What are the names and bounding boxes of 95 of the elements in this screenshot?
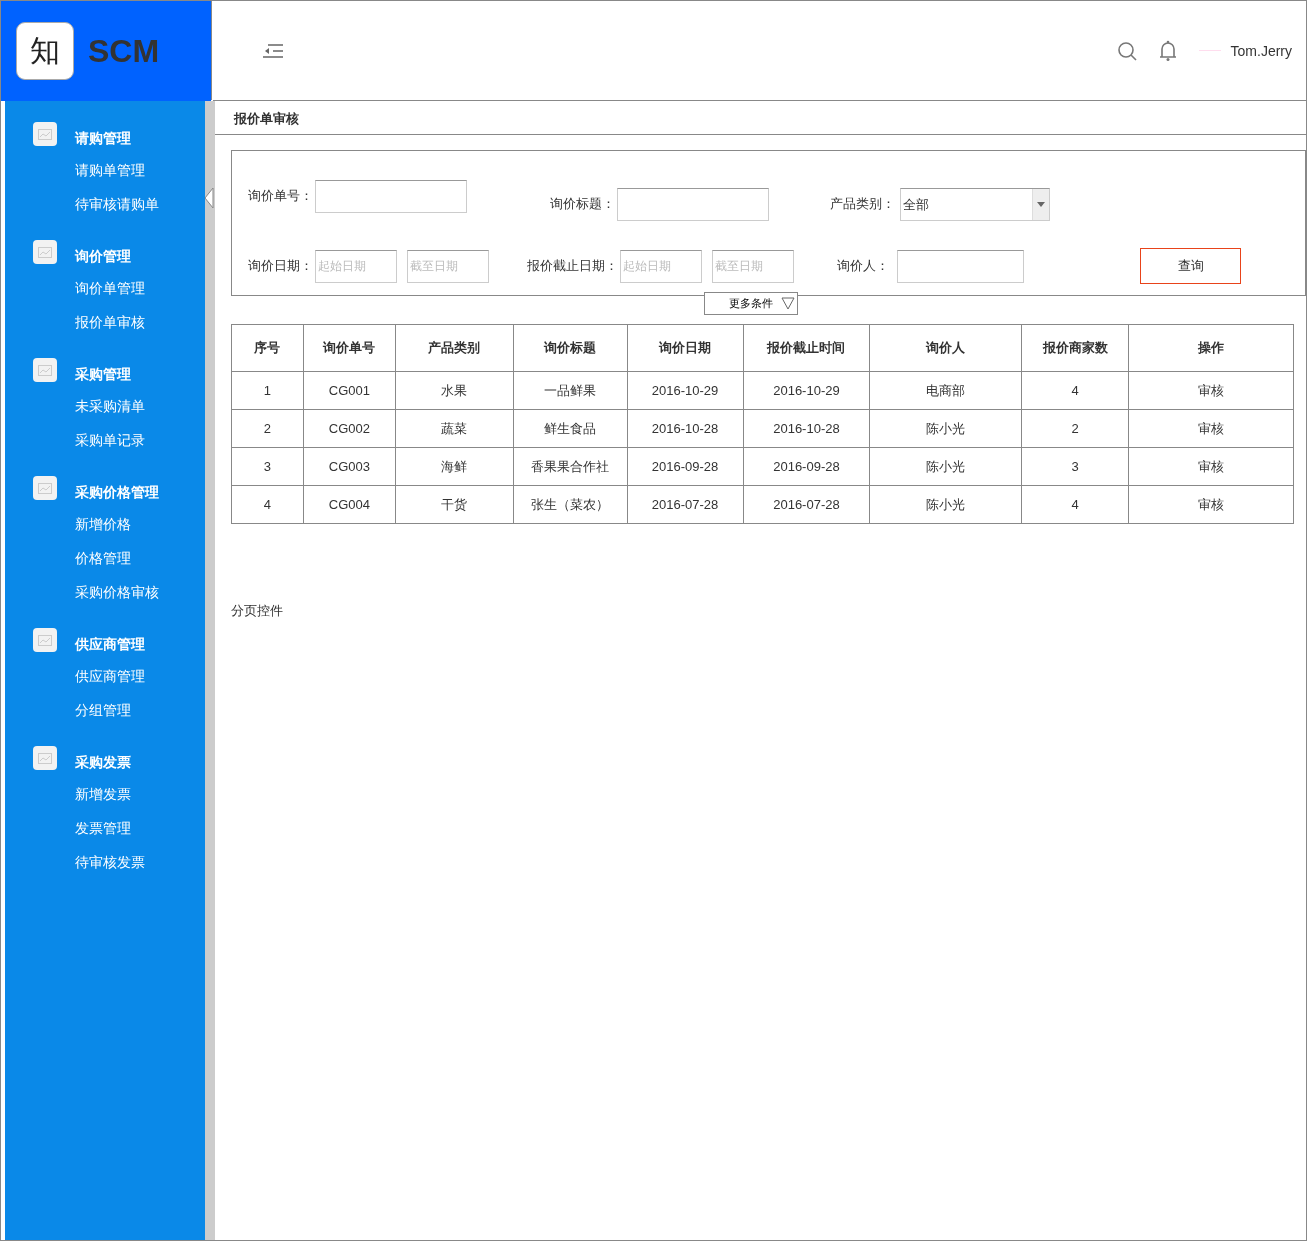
review-link[interactable]: 审核	[1128, 409, 1294, 448]
column-header: 报价商家数	[1021, 324, 1129, 372]
column-header: 询价单号	[303, 324, 396, 372]
field-label: 报价截止日期：	[527, 257, 618, 275]
menu-item[interactable]: 采购单记录	[5, 423, 205, 457]
image-icon	[33, 476, 57, 500]
field-label: 询价人：	[837, 257, 889, 275]
image-icon	[33, 358, 57, 382]
menu-group-title[interactable]: 采购发票	[75, 754, 131, 772]
menu-item[interactable]: 价格管理	[5, 541, 205, 575]
table-cell: CG001	[303, 371, 396, 410]
table-cell: 一品鲜果	[513, 371, 628, 410]
page-title: 报价单审核	[213, 100, 1306, 135]
menu-item[interactable]: 询价单管理	[5, 271, 205, 305]
menu-group-title[interactable]: 采购管理	[75, 366, 131, 384]
table-cell: 张生（菜农）	[513, 485, 628, 524]
review-link[interactable]: 审核	[1128, 371, 1294, 410]
table-cell: 2016-07-28	[743, 485, 870, 524]
table-cell: 2016-10-29	[627, 371, 743, 410]
table-cell: 2016-09-28	[627, 447, 743, 486]
triangle-down-icon	[781, 297, 795, 310]
table-cell: 4	[1021, 371, 1129, 410]
table-cell: 3	[1021, 447, 1129, 486]
column-header: 序号	[231, 324, 304, 372]
table-cell: CG004	[303, 485, 396, 524]
app-title: SCM	[88, 32, 160, 70]
column-header: 报价截止时间	[743, 324, 870, 372]
field-label: 产品类别：	[830, 195, 895, 213]
table-cell: 4	[231, 485, 304, 524]
table-cell: 海鲜	[395, 447, 514, 486]
table-cell: 鲜生食品	[513, 409, 628, 448]
menu-group-title[interactable]: 询价管理	[75, 248, 131, 266]
field-label: 询价标题：	[550, 195, 615, 213]
table-cell: 干货	[395, 485, 514, 524]
image-icon	[33, 240, 57, 264]
column-header: 询价日期	[627, 324, 743, 372]
column-header: 询价标题	[513, 324, 628, 372]
table-cell: 2	[231, 409, 304, 448]
table-cell: 陈小光	[869, 485, 1022, 524]
menu-item[interactable]: 待审核请购单	[5, 187, 205, 221]
menu-item[interactable]: 待审核发票	[5, 845, 205, 879]
menu-item[interactable]: 报价单审核	[5, 305, 205, 339]
menu-group-title[interactable]: 供应商管理	[75, 636, 145, 654]
input-field[interactable]: 截至日期	[407, 249, 489, 283]
input-field[interactable]	[315, 179, 467, 213]
table-cell: 陈小光	[869, 409, 1022, 448]
table-cell: 香果果合作社	[513, 447, 628, 486]
menu-item[interactable]: 新增价格	[5, 507, 205, 541]
input-field[interactable]: 截至日期	[712, 249, 794, 283]
column-header: 询价人	[869, 324, 1022, 372]
input-field[interactable]: 起始日期	[620, 249, 702, 283]
table-cell: CG002	[303, 409, 396, 448]
table-cell: 3	[231, 447, 304, 486]
review-link[interactable]: 审核	[1128, 485, 1294, 524]
table-cell: 水果	[395, 371, 514, 410]
image-icon	[33, 746, 57, 770]
menu-item[interactable]: 新增发票	[5, 777, 205, 811]
logo-mark: 知	[16, 22, 74, 80]
table-cell: 2016-10-28	[627, 409, 743, 448]
table-cell: 2	[1021, 409, 1129, 448]
table-cell: 2016-09-28	[743, 447, 870, 486]
review-link[interactable]: 审核	[1128, 447, 1294, 486]
field-label: 询价单号：	[248, 187, 313, 205]
menu-item[interactable]: 发票管理	[5, 811, 205, 845]
column-header: 操作	[1128, 324, 1294, 372]
category-dropdown[interactable]: 全部	[900, 188, 1050, 221]
menu-group-title[interactable]: 采购价格管理	[75, 484, 159, 502]
search-button[interactable]: 查询	[1140, 248, 1241, 284]
menu-item[interactable]: 分组管理	[5, 693, 205, 727]
menu-icon[interactable]	[262, 41, 284, 60]
table-cell: 4	[1021, 485, 1129, 524]
collapse-arrow-icon[interactable]	[204, 187, 214, 209]
table-cell: 蔬菜	[395, 409, 514, 448]
image-icon	[33, 122, 57, 146]
menu-item[interactable]: 采购价格审核	[5, 575, 205, 609]
table-cell: 2016-10-28	[743, 409, 870, 448]
table-cell: CG003	[303, 447, 396, 486]
input-field[interactable]	[897, 249, 1024, 283]
menu-group-title[interactable]: 请购管理	[75, 130, 131, 148]
table-cell: 陈小光	[869, 447, 1022, 486]
user-name[interactable]: Tom.Jerry	[1230, 42, 1292, 59]
pagination-text: 分页控件	[231, 602, 284, 620]
table-cell: 电商部	[869, 371, 1022, 410]
table-cell: 1	[231, 371, 304, 410]
menu-item[interactable]: 请购单管理	[5, 153, 205, 187]
menu-item[interactable]: 供应商管理	[5, 659, 205, 693]
table-cell: 2016-07-28	[627, 485, 743, 524]
column-header: 产品类别	[395, 324, 514, 372]
table-cell: 2016-10-29	[743, 371, 870, 410]
menu-item[interactable]: 未采购清单	[5, 389, 205, 423]
field-label: 询价日期：	[248, 257, 313, 275]
input-field[interactable]	[617, 187, 769, 221]
input-field[interactable]: 起始日期	[315, 249, 397, 283]
more-conditions-button[interactable]: 更多条件	[704, 292, 798, 315]
image-icon	[33, 628, 57, 652]
